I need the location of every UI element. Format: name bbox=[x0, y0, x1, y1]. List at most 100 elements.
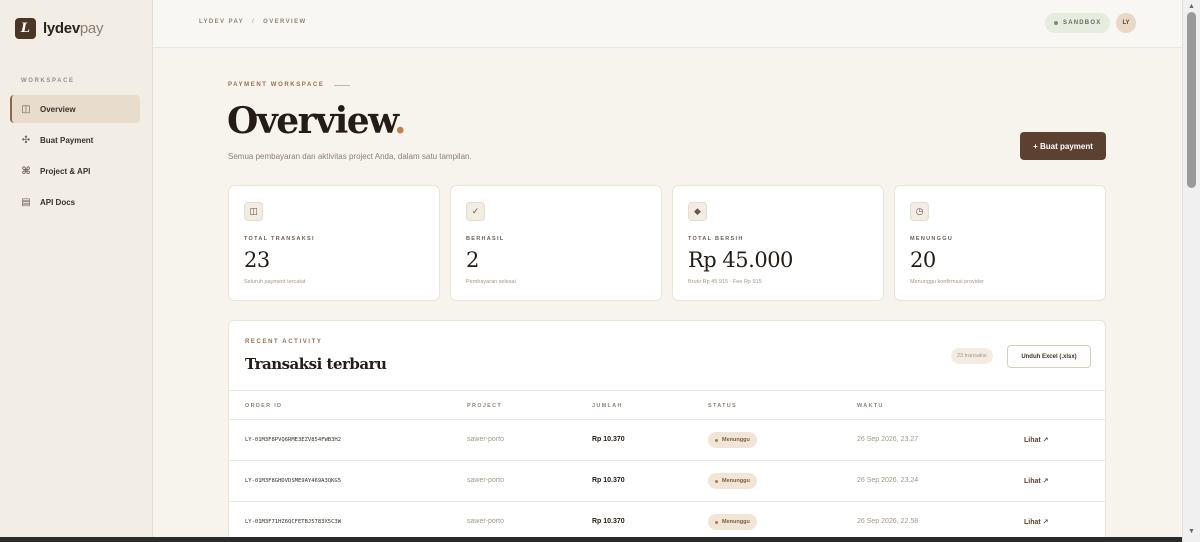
stat-value: 23 bbox=[244, 248, 270, 272]
stat-note: Seluruh payment tercatat bbox=[244, 279, 306, 285]
sidebar-section-label: WORKSPACE bbox=[21, 78, 75, 84]
clock-icon: ◷ bbox=[910, 202, 929, 221]
status-label: Menunggu bbox=[722, 478, 750, 484]
timestamp: 26 Sep 2026, 22.58 bbox=[857, 518, 919, 525]
stat-card-total-transaksi: ◫ TOTAL TRANSAKSI 23 Seluruh payment ter… bbox=[228, 185, 440, 301]
recent-activity-panel: RECENT ACTIVITY Transaksi terbaru 23 tra… bbox=[228, 320, 1106, 542]
order-id: LY-01M3F8GHDVDSME9AY469A3QKG5 bbox=[245, 478, 342, 484]
table-row[interactable]: LY-01M3F8PVQ6RME3EZV854FWB3H2 sawer-port… bbox=[229, 420, 1105, 461]
sidebar-item-label: API Docs bbox=[40, 197, 76, 207]
page-title: Overview. bbox=[227, 100, 407, 142]
sidebar-item-overview[interactable]: ◫ Overview bbox=[10, 95, 140, 123]
topbar: LYDEV PAY / OVERVIEW SANDBOX LY bbox=[153, 0, 1182, 48]
project-name: sawer-porto bbox=[467, 477, 504, 484]
stat-value: Rp 45.000 bbox=[688, 248, 793, 272]
brand-name: lydevpay bbox=[43, 20, 103, 37]
brand-logo[interactable]: L lydevpay bbox=[15, 18, 103, 39]
status-label: Menunggu bbox=[722, 519, 750, 525]
page-title-text: Overview bbox=[227, 100, 396, 142]
stats-cards: ◫ TOTAL TRANSAKSI 23 Seluruh payment ter… bbox=[228, 185, 1106, 301]
table-row[interactable]: LY-01M3F71HZ6QCFETBJ5783X5C3W sawer-port… bbox=[229, 502, 1105, 542]
move-icon: ✣ bbox=[21, 134, 31, 146]
page-subtitle: Semua pembayaran dan aktivitas project A… bbox=[228, 152, 472, 161]
diamond-icon: ◆ bbox=[688, 202, 707, 221]
column-header-waktu: WAKTU bbox=[857, 403, 884, 409]
page-eyebrow-label: PAYMENT WORKSPACE bbox=[228, 82, 325, 88]
status-dot-icon bbox=[715, 520, 718, 524]
timestamp: 26 Sep 2026, 23.27 bbox=[857, 436, 919, 443]
stat-note: Menunggu konfirmasi provider bbox=[910, 279, 984, 285]
stat-card-berhasil: ✓ BERHASIL 2 Pembayaran selesai bbox=[450, 185, 662, 301]
columns-icon: ◫ bbox=[244, 202, 263, 221]
column-header-status: STATUS bbox=[708, 403, 737, 409]
stat-value: 20 bbox=[910, 248, 936, 272]
status-badge: Menunggu bbox=[708, 432, 757, 448]
sidebar-item-buat-payment[interactable]: ✣ Buat Payment bbox=[10, 126, 140, 154]
breadcrumb-root[interactable]: LYDEV PAY bbox=[199, 19, 244, 25]
document-icon: ▤ bbox=[21, 196, 31, 208]
stat-label: BERHASIL bbox=[466, 236, 505, 242]
vertical-scrollbar[interactable]: ▲ ▼ bbox=[1182, 0, 1200, 542]
columns-icon: ◫ bbox=[21, 103, 31, 115]
order-id: LY-01M3F8PVQ6RME3EZV854FWB3H2 bbox=[245, 437, 342, 443]
stat-value: 2 bbox=[466, 248, 479, 272]
sidebar-item-api-docs[interactable]: ▤ API Docs bbox=[10, 188, 140, 216]
sidebar-nav: ◫ Overview ✣ Buat Payment ⌘ Project & AP… bbox=[10, 95, 140, 219]
stat-card-total-bersih: ◆ TOTAL BERSIH Rp 45.000 Bruto Rp 45.915… bbox=[672, 185, 884, 301]
stat-label: TOTAL BERSIH bbox=[688, 236, 744, 242]
breadcrumb: LYDEV PAY / OVERVIEW bbox=[199, 19, 307, 25]
timestamp: 26 Sep 2026, 23.24 bbox=[857, 477, 919, 484]
sidebar-item-project-api[interactable]: ⌘ Project & API bbox=[10, 157, 140, 185]
page-eyebrow: PAYMENT WORKSPACE bbox=[228, 82, 351, 88]
eyebrow-divider bbox=[334, 84, 351, 86]
status-label: Menunggu bbox=[722, 437, 750, 443]
amount: Rp 10.370 bbox=[592, 477, 625, 484]
avatar[interactable]: LY bbox=[1116, 13, 1136, 33]
column-header-jumlah: JUMLAH bbox=[592, 403, 623, 409]
table-row[interactable]: LY-01M3F8GHDVDSME9AY469A3QKG5 sawer-port… bbox=[229, 461, 1105, 502]
command-icon: ⌘ bbox=[21, 165, 31, 177]
check-icon: ✓ bbox=[466, 202, 485, 221]
breadcrumb-separator: / bbox=[252, 19, 256, 25]
status-dot-icon bbox=[1054, 21, 1058, 25]
environment-badge-label: SANDBOX bbox=[1063, 20, 1102, 26]
sidebar: L lydevpay WORKSPACE ◫ Overview ✣ Buat P… bbox=[0, 0, 153, 542]
view-link[interactable]: Lihat ↗ bbox=[1024, 477, 1049, 485]
environment-badge: SANDBOX bbox=[1045, 13, 1111, 33]
stat-note: Bruto Rp 45.915 · Fee Rp 915 bbox=[688, 279, 762, 285]
scrollbar-thumb[interactable] bbox=[1187, 12, 1196, 188]
stat-card-menunggu: ◷ MENUNGGU 20 Menunggu konfirmasi provid… bbox=[894, 185, 1106, 301]
brand-mark: L bbox=[15, 18, 36, 39]
scroll-up-arrow-icon[interactable]: ▲ bbox=[1188, 3, 1195, 10]
scroll-down-arrow-icon[interactable]: ▼ bbox=[1188, 528, 1195, 535]
sidebar-item-label: Project & API bbox=[40, 166, 91, 176]
brand-name-light: pay bbox=[79, 20, 104, 37]
view-link[interactable]: Lihat ↗ bbox=[1024, 518, 1049, 526]
stat-note: Pembayaran selesai bbox=[466, 279, 516, 285]
status-badge: Menunggu bbox=[708, 473, 757, 489]
export-excel-button[interactable]: Unduh Excel (.xlsx) bbox=[1007, 345, 1091, 368]
order-id: LY-01M3F71HZ6QCFETBJ5783X5C3W bbox=[245, 519, 342, 525]
stat-label: MENUNGGU bbox=[910, 236, 954, 242]
stat-label: TOTAL TRANSAKSI bbox=[244, 236, 315, 242]
status-dot-icon bbox=[715, 438, 718, 442]
activity-eyebrow: RECENT ACTIVITY bbox=[245, 339, 323, 345]
project-name: sawer-porto bbox=[467, 436, 504, 443]
project-name: sawer-porto bbox=[467, 518, 504, 525]
column-header-project: PROJECT bbox=[467, 403, 503, 409]
amount: Rp 10.370 bbox=[592, 436, 625, 443]
column-header-order-id: ORDER ID bbox=[245, 403, 283, 409]
create-payment-button[interactable]: + Buat payment bbox=[1020, 132, 1106, 160]
table-header: ORDER ID PROJECT JUMLAH STATUS WAKTU bbox=[229, 390, 1105, 420]
transaction-count-badge: 23 transaksi bbox=[951, 348, 993, 364]
page-title-dot: . bbox=[394, 100, 407, 142]
sidebar-item-label: Overview bbox=[40, 104, 76, 114]
amount: Rp 10.370 bbox=[592, 518, 625, 525]
breadcrumb-current: OVERVIEW bbox=[263, 19, 307, 25]
status-badge: Menunggu bbox=[708, 514, 757, 530]
sidebar-item-label: Buat Payment bbox=[40, 135, 94, 145]
view-link[interactable]: Lihat ↗ bbox=[1024, 436, 1049, 444]
window-bottom-edge bbox=[0, 537, 1182, 542]
activity-title: Transaksi terbaru bbox=[245, 355, 387, 373]
brand-name-bold: lydev bbox=[43, 20, 80, 37]
